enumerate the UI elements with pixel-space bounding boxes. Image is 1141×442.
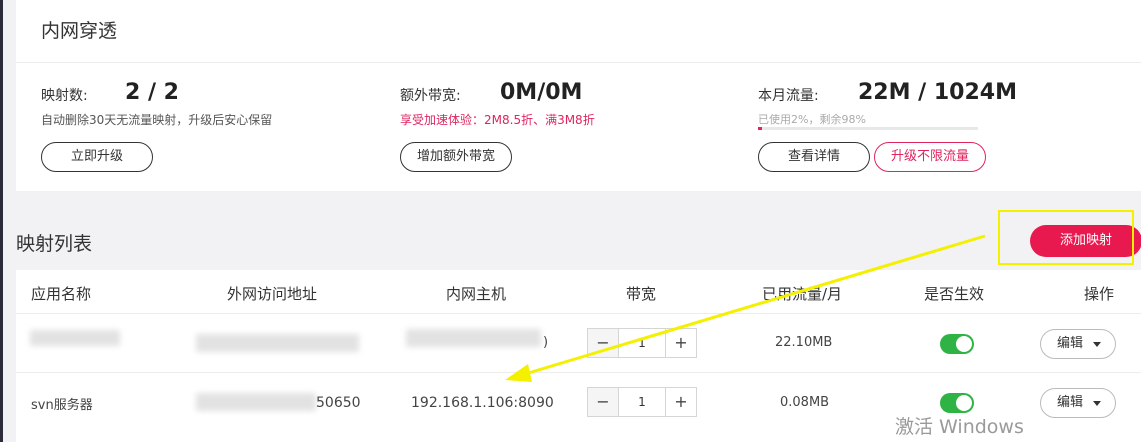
caret-down-icon (1093, 342, 1101, 347)
monthly-traffic-note: 已使用2%，剩余98% (758, 113, 866, 126)
enabled-toggle[interactable] (940, 393, 974, 413)
redacted-internal-host (406, 329, 541, 347)
row-internal-host: 192.168.1.106:8090 (411, 395, 554, 411)
mapping-count-note: 自动删除30天无流量映射，升级后安心保留 (41, 113, 273, 127)
header-monthly-traffic: 已用流量/月 (762, 285, 843, 303)
edit-dropdown-button[interactable]: 编辑 (1040, 329, 1116, 359)
mapping-count-label: 映射数: (41, 88, 88, 104)
extra-bandwidth-label: 额外带宽: (400, 88, 461, 104)
toggle-knob (956, 336, 972, 352)
header-internal-host: 内网主机 (446, 285, 507, 303)
bandwidth-value[interactable]: 1 (618, 388, 666, 416)
toggle-knob (956, 395, 972, 411)
view-details-button[interactable]: 查看详情 (758, 142, 870, 172)
header-app-name: 应用名称 (31, 285, 92, 303)
page: 内网穿透 映射数: 2 / 2 自动删除30天无流量映射，升级后安心保留 立即升… (0, 0, 1141, 442)
bandwidth-decrease-button[interactable]: − (588, 329, 619, 357)
windows-activation-watermark: 激活 Windows (895, 416, 1024, 438)
header-enabled: 是否生效 (924, 285, 985, 303)
card-divider (16, 62, 1141, 63)
upgrade-now-button[interactable]: 立即升级 (41, 142, 153, 172)
bandwidth-stepper: − 1 + (587, 387, 697, 417)
redacted-public-address (196, 393, 316, 411)
mapping-list-title: 映射列表 (16, 233, 93, 255)
row-internal-host: ) (543, 335, 549, 350)
redacted-public-address (196, 334, 359, 352)
header-bandwidth: 带宽 (626, 285, 657, 303)
caret-down-icon (1093, 401, 1101, 406)
traffic-progress-bar (758, 127, 978, 130)
tunnel-summary-card: 内网穿透 映射数: 2 / 2 自动删除30天无流量映射，升级后安心保留 立即升… (16, 0, 1141, 191)
header-actions: 操作 (1084, 285, 1115, 303)
sidebar-edge (0, 0, 3, 442)
extra-bandwidth-value: 0M/0M (500, 80, 583, 105)
upgrade-unlimited-button[interactable]: 升级不限流量 (874, 142, 986, 172)
add-bandwidth-button[interactable]: 增加额外带宽 (400, 142, 512, 172)
row-public-address: 50650 (316, 395, 361, 411)
bandwidth-stepper: − 1 + (587, 328, 697, 358)
monthly-traffic-value: 22M / 1024M (858, 80, 1017, 105)
edit-label: 编辑 (1057, 336, 1084, 351)
header-public-address: 外网访问地址 (227, 285, 318, 303)
monthly-traffic-label: 本月流量: (758, 88, 819, 104)
row-app-name: svn服务器 (31, 398, 93, 413)
bandwidth-increase-button[interactable]: + (665, 388, 696, 416)
table-row: ) − 1 + 22.10MB 编辑 (16, 313, 1141, 373)
mapping-count-value: 2 / 2 (125, 80, 179, 105)
row-traffic: 22.10MB (775, 335, 833, 350)
annotation-highlight-box (998, 210, 1134, 265)
bandwidth-increase-button[interactable]: + (665, 329, 696, 357)
bandwidth-value[interactable]: 1 (618, 329, 666, 357)
extra-bandwidth-note: 享受加速体验：2M8.5折、满3M8折 (400, 113, 595, 127)
traffic-progress-fill (758, 127, 763, 130)
card-title: 内网穿透 (41, 20, 118, 42)
edit-dropdown-button[interactable]: 编辑 (1040, 388, 1116, 418)
edit-label: 编辑 (1057, 395, 1084, 410)
bandwidth-decrease-button[interactable]: − (588, 388, 619, 416)
enabled-toggle[interactable] (940, 334, 974, 354)
redacted-app-name (30, 330, 120, 346)
row-traffic: 0.08MB (780, 395, 830, 410)
